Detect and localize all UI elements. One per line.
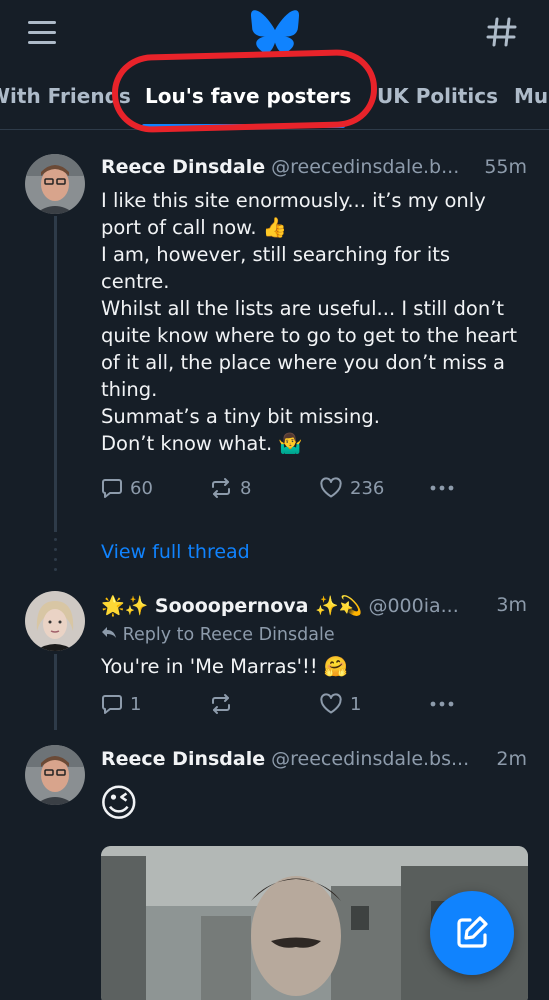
avatar[interactable] [25,745,85,805]
hash-icon[interactable] [484,14,520,50]
reply-count: 60 [130,477,153,499]
thread-line [54,216,57,532]
reply-button[interactable]: 60 [101,477,153,499]
reply-arrow-icon [102,627,116,638]
compose-button[interactable] [430,891,514,975]
avatar[interactable] [25,591,85,651]
hamburger-menu-icon[interactable] [26,18,60,48]
view-full-thread-link[interactable]: View full thread [101,541,250,563]
post-time: 55m [484,156,527,178]
tab-uk-politics[interactable]: UK Politics [377,84,498,108]
like-count: 1 [350,693,362,715]
repost-icon [212,478,230,498]
ellipsis-icon [430,701,454,707]
like-count: 236 [350,477,385,499]
like-button[interactable]: 236 [319,477,384,499]
heart-icon [320,693,342,714]
ellipsis-icon [430,485,454,491]
repost-button[interactable]: 8 [209,477,251,499]
author-handle[interactable]: @000ia... [368,595,458,617]
post-text: I like this site enormously... it’s my o… [101,189,518,455]
more-options-button[interactable] [429,477,462,499]
author-name[interactable]: Reece Dinsdale [101,156,265,178]
repost-icon [212,694,230,714]
post-actions: 60 8 236 [101,477,461,505]
reply-count: 1 [130,693,142,715]
thread-dots [54,538,57,578]
author-name[interactable]: Reece Dinsdale [101,748,265,770]
repost-button[interactable] [209,693,240,715]
thread-line [54,654,57,730]
like-button[interactable]: 1 [319,693,361,715]
butterfly-logo-icon[interactable] [251,10,299,52]
post-header: Reece Dinsdale @reecedinsdale.bs... [101,748,531,770]
heart-icon [320,477,342,498]
post-time: 2m [496,748,527,770]
author-handle[interactable]: @reecedinsdale.b... [271,156,459,178]
red-circle-annotation [111,48,378,134]
reply-button[interactable]: 1 [101,693,141,715]
compose-icon [457,916,488,948]
post-actions: 1 1 [101,693,461,721]
speech-bubble-icon [102,479,122,498]
author-handle[interactable]: @reecedinsdale.bs... [271,748,469,770]
repost-count: 8 [240,477,252,499]
post-header: Reece Dinsdale @reecedinsdale.b... [101,156,531,178]
post-time: 3m [496,594,527,616]
post-text: 😉 [99,781,139,825]
tab-mu[interactable]: Mu [514,84,548,108]
post-text: You're in 'Me Marras'!! 🤗 [101,655,349,678]
reply-to-text: Reply to Reece Dinsdale [122,625,335,645]
avatar[interactable] [25,154,85,214]
reply-to-line[interactable]: Reply to Reece Dinsdale [101,625,335,645]
speech-bubble-icon [102,695,122,714]
post-header: 🌟✨ Soooopernova ✨💫 @000ia... [101,594,481,617]
author-name[interactable]: 🌟✨ Soooopernova ✨💫 [101,595,362,617]
more-options-button[interactable] [429,693,462,715]
